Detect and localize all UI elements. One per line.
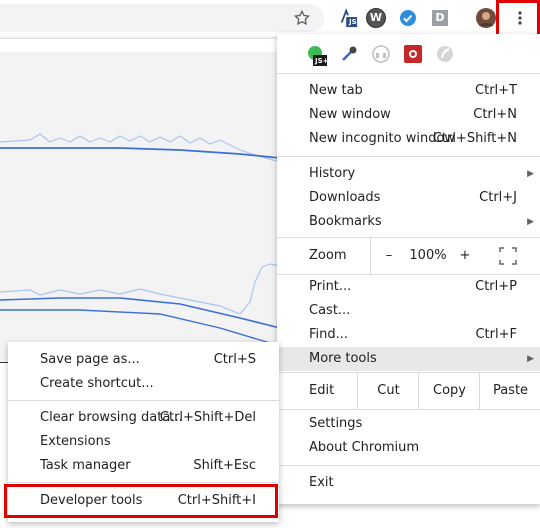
menu-item-about-chromium[interactable]: About Chromium [277, 436, 540, 460]
menu-item-new-tab[interactable]: New tab Ctrl+T [277, 79, 540, 103]
menu-item-downloads[interactable]: Downloads Ctrl+J [277, 186, 540, 210]
menu-separator [277, 409, 540, 410]
bookmarks-chevron-right-icon: ▶ [527, 217, 534, 227]
downloads-shortcut: Ctrl+J [479, 190, 517, 205]
menu-item-new-incognito-window[interactable]: New incognito window Ctrl+Shift+N [277, 127, 540, 151]
js-plus-label: JS+ [315, 57, 329, 65]
d-extension-label: D [432, 10, 448, 26]
bookmark-star-icon[interactable] [292, 8, 312, 28]
zoom-in-button[interactable]: + [453, 238, 477, 274]
create-shortcut-label: Create shortcut... [40, 376, 154, 391]
zoom-out-button[interactable]: – [377, 238, 401, 274]
history-chevron-right-icon: ▶ [527, 169, 534, 179]
about-label: About Chromium [309, 440, 420, 455]
address-bar[interactable] [0, 4, 324, 32]
settings-label: Settings [309, 416, 363, 431]
d-extension-icon[interactable]: D [430, 8, 450, 28]
zoom-row: Zoom – 100% + [277, 238, 540, 274]
save-page-shortcut: Ctrl+S [213, 352, 256, 367]
task-manager-shortcut: Shift+Esc [193, 458, 256, 473]
menu-item-cast[interactable]: Cast... [277, 299, 540, 323]
exit-label: Exit [309, 475, 334, 490]
new-window-label: New window [309, 107, 391, 122]
new-window-shortcut: Ctrl+N [473, 107, 517, 122]
extensions-label: Extensions [40, 434, 111, 449]
zoom-level: 100% [409, 248, 447, 263]
highlight-menu-button [496, 0, 540, 38]
w-extension-label: W [366, 8, 386, 28]
find-label: Find... [309, 327, 349, 342]
profile-avatar-icon[interactable] [476, 8, 496, 28]
new-tab-label: New tab [309, 83, 363, 98]
cut-button[interactable]: Cut [357, 373, 419, 409]
print-shortcut: Ctrl+P [475, 279, 517, 294]
copy-button[interactable]: Copy [418, 373, 480, 409]
menu-item-extensions[interactable]: Extensions [8, 430, 279, 454]
js-extension-icon[interactable]: JS [338, 8, 358, 28]
downloads-label: Downloads [309, 190, 381, 205]
menu-item-exit[interactable]: Exit [277, 471, 540, 495]
history-label: History [309, 166, 356, 181]
menu-item-create-shortcut[interactable]: Create shortcut... [8, 372, 279, 396]
browser-toolbar: JS W D [0, 0, 540, 38]
menu-item-more-tools[interactable]: More tools ▶ [277, 347, 540, 371]
menu-item-history[interactable]: History ▶ [277, 162, 540, 186]
paste-button[interactable]: Paste [479, 373, 540, 409]
bug-extension-icon[interactable] [403, 44, 423, 64]
find-shortcut: Ctrl+F [475, 327, 517, 342]
save-page-label: Save page as... [40, 352, 140, 367]
menu-item-task-manager[interactable]: Task manager Shift+Esc [8, 454, 279, 478]
edit-row: Edit Cut Copy Paste [277, 373, 540, 409]
bookmarks-label: Bookmarks [309, 214, 382, 229]
eyedropper-extension-icon[interactable] [339, 44, 359, 64]
menu-item-settings[interactable]: Settings [277, 412, 540, 436]
menu-separator [277, 465, 540, 466]
js-extension-label: JS [349, 18, 357, 26]
blank-extension-icon[interactable] [435, 44, 455, 64]
clear-data-shortcut: Ctrl+Shift+Del [159, 410, 256, 425]
menu-separator [8, 400, 279, 401]
zoom-label: Zoom [309, 248, 347, 263]
menu-separator [277, 156, 540, 157]
cast-label: Cast... [309, 303, 351, 318]
menu-separator [277, 73, 540, 74]
new-tab-shortcut: Ctrl+T [475, 83, 517, 98]
menu-item-find[interactable]: Find... Ctrl+F [277, 323, 540, 347]
menu-item-save-page-as[interactable]: Save page as... Ctrl+S [8, 348, 279, 372]
more-tools-chevron-right-icon: ▶ [527, 354, 534, 364]
menu-item-print[interactable]: Print... Ctrl+P [277, 275, 540, 299]
menu-item-new-window[interactable]: New window Ctrl+N [277, 103, 540, 127]
headphones-extension-icon[interactable] [371, 44, 391, 64]
menu-separator [8, 482, 279, 483]
menu-item-clear-browsing-data[interactable]: Clear browsing data... Ctrl+Shift+Del [8, 406, 279, 430]
checkmark-extension-icon[interactable] [398, 8, 418, 28]
fullscreen-icon[interactable] [499, 247, 517, 265]
more-tools-label: More tools [309, 351, 377, 366]
new-incognito-shortcut: Ctrl+Shift+N [432, 131, 517, 146]
w-extension-icon[interactable]: W [366, 8, 386, 28]
task-manager-label: Task manager [40, 458, 131, 473]
print-label: Print... [309, 279, 352, 294]
zoom-divider [370, 238, 371, 274]
js-plus-extension-icon[interactable]: JS+ [307, 46, 329, 66]
highlight-developer-tools [4, 484, 278, 518]
edit-label: Edit [309, 383, 335, 398]
chrome-main-menu: JS+ New tab Ctrl+T New window Ctrl+N New… [277, 34, 540, 504]
menu-item-bookmarks[interactable]: Bookmarks ▶ [277, 210, 540, 234]
